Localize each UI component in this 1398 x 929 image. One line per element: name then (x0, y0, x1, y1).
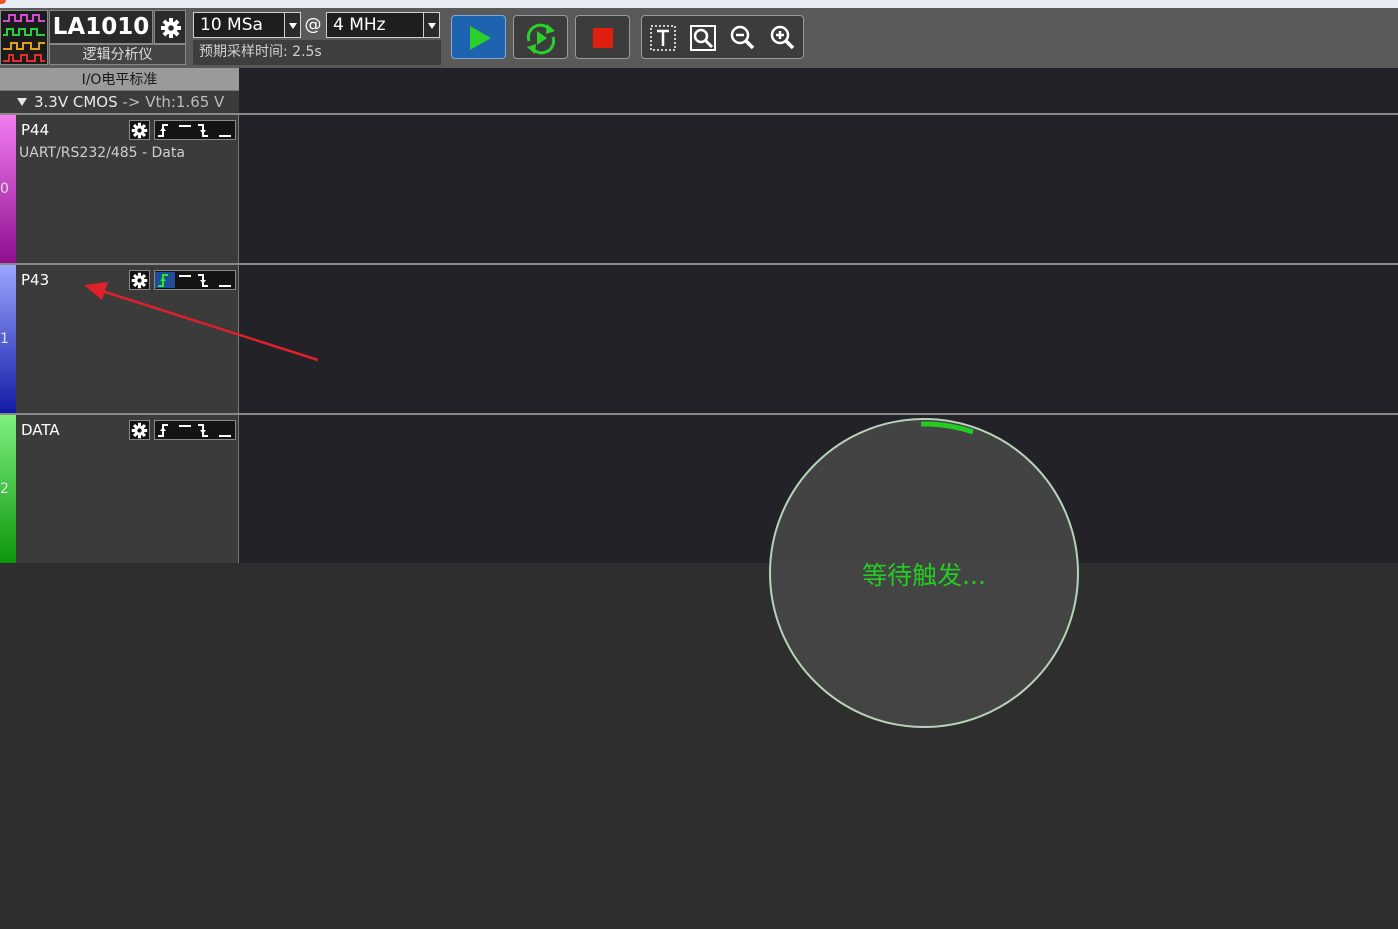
overlay-layer (84, 282, 1079, 728)
annotation-arrow-head (84, 282, 108, 300)
waiting-trigger-text: 等待触发... (862, 561, 986, 590)
annotation-arrow-line (101, 289, 319, 362)
